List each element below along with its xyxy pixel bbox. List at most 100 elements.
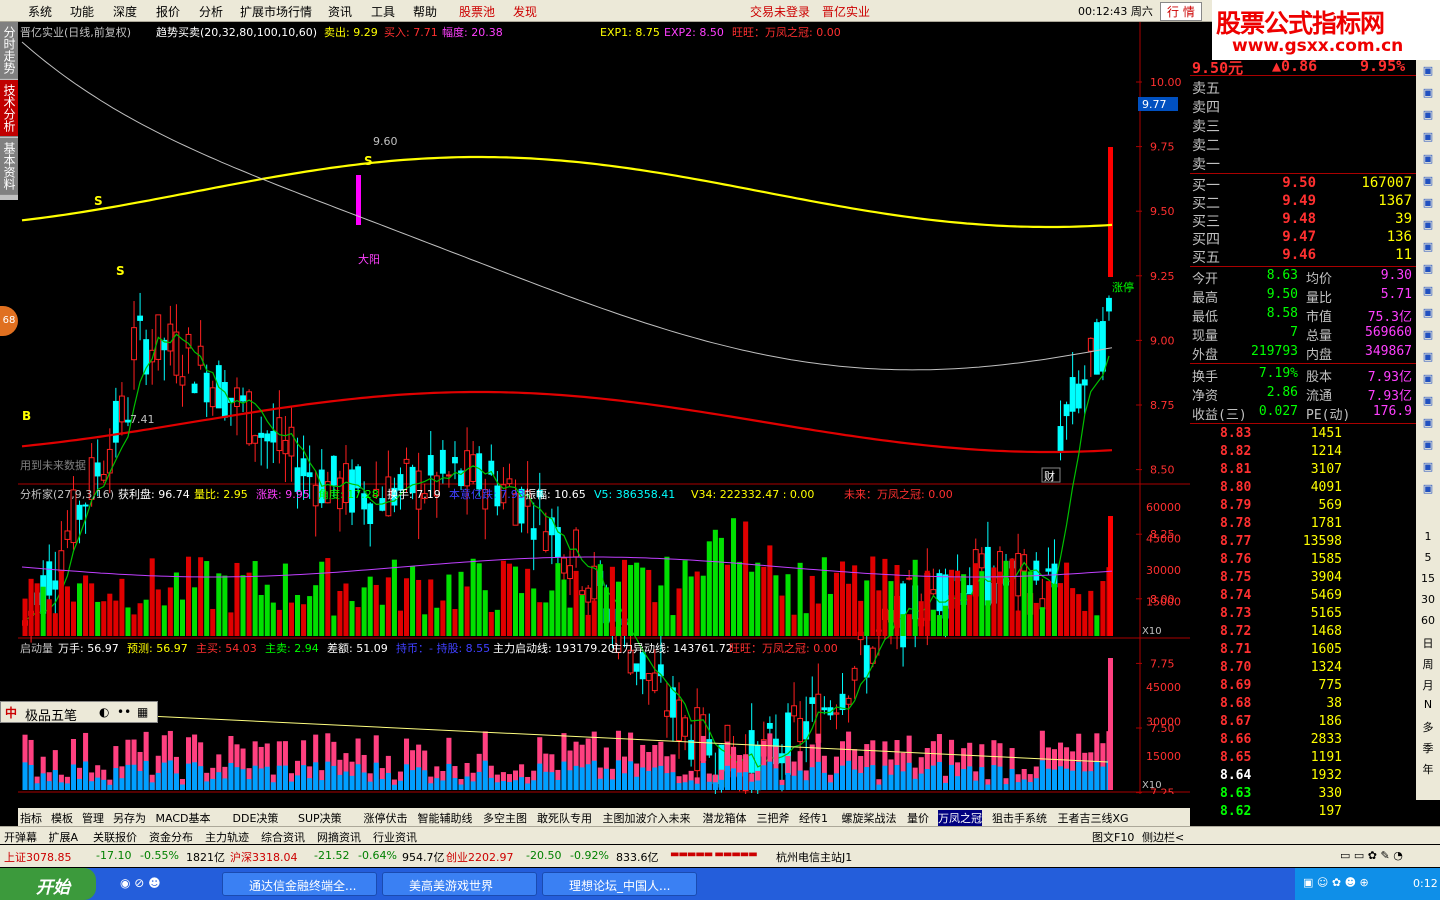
- menu-system[interactable]: 系统: [28, 3, 52, 20]
- indicator-tab[interactable]: 狙击手系统: [992, 810, 1047, 826]
- book-row[interactable]: 买三 9.48 39: [1190, 211, 1416, 230]
- indicator-tab[interactable]: DDE决策: [233, 810, 279, 826]
- tool-icon[interactable]: ▣: [1416, 108, 1440, 121]
- period-button[interactable]: 月: [1416, 677, 1440, 693]
- sz-index[interactable]: 沪深3318.04: [230, 849, 298, 865]
- book-row[interactable]: 卖五: [1190, 78, 1416, 97]
- indicator-tab[interactable]: 指标: [20, 810, 42, 826]
- tab-intraday[interactable]: 分时走势: [0, 22, 18, 79]
- book-row[interactable]: 卖四: [1190, 97, 1416, 116]
- indicator-tab[interactable]: 经传1: [799, 810, 828, 826]
- cy-index[interactable]: 创业2202.97: [446, 849, 514, 865]
- tool-icon[interactable]: ▣: [1416, 350, 1440, 363]
- trade-status[interactable]: 交易未登录: [750, 3, 810, 20]
- period-button[interactable]: 多: [1416, 719, 1440, 735]
- menu-help[interactable]: 帮助: [413, 3, 437, 20]
- punct-icon[interactable]: ••: [117, 705, 131, 719]
- tool-icon[interactable]: ▣: [1416, 130, 1440, 143]
- book-row[interactable]: 买五 9.46 11: [1190, 247, 1416, 266]
- tool-icon[interactable]: ▣: [1416, 218, 1440, 231]
- tool-icon[interactable]: ▣: [1416, 460, 1440, 473]
- tool-icon[interactable]: ▣: [1416, 152, 1440, 165]
- tool-icon[interactable]: ▣: [1416, 438, 1440, 451]
- indicator-tab[interactable]: 螺旋桨战法: [842, 810, 897, 826]
- indicator-tab[interactable]: 万凤之冠: [938, 810, 982, 826]
- menu-analysis[interactable]: 分析: [199, 3, 223, 20]
- info-tab[interactable]: 网摘资讯: [317, 829, 361, 845]
- moon-icon[interactable]: ◐: [99, 705, 109, 719]
- info-tab[interactable]: 综合资讯: [261, 829, 305, 845]
- tool-icon[interactable]: ▣: [1416, 372, 1440, 385]
- info-tab[interactable]: 扩展A: [49, 829, 79, 845]
- indicator-tab[interactable]: MACD基本: [156, 810, 211, 826]
- info-tab[interactable]: 资金分布: [149, 829, 193, 845]
- menu-stock-pool[interactable]: 股票池: [459, 3, 495, 20]
- indicator-tab[interactable]: 量价: [907, 810, 929, 826]
- chart-area[interactable]: 晋亿实业(日线,前复权) 趋势买卖(20,32,80,100,10,60) 卖出…: [18, 22, 1190, 794]
- info-tab[interactable]: 主力轨迹: [205, 829, 249, 845]
- tray-icons[interactable]: ▣ ☺ ✿ ☻ ⊕: [1303, 876, 1369, 889]
- indicator-tab[interactable]: SUP决策: [298, 810, 342, 826]
- tool-icon[interactable]: ▣: [1416, 416, 1440, 429]
- indicator-tab[interactable]: 王者吉三线XG: [1058, 810, 1129, 826]
- menu-ext-market[interactable]: 扩展市场行情: [240, 3, 312, 20]
- keyboard-icon[interactable]: ▦: [137, 705, 148, 719]
- indicator-tab[interactable]: 另存为: [113, 810, 146, 826]
- tool-icon[interactable]: ▣: [1416, 240, 1440, 253]
- tab-technical[interactable]: 技术分析: [0, 80, 18, 137]
- indicator-tab[interactable]: 主图加波介入未来: [603, 810, 691, 826]
- book-row[interactable]: 买二 9.49 1367: [1190, 193, 1416, 212]
- indicator-tab[interactable]: 潜龙箱体: [703, 810, 747, 826]
- indicator-tab[interactable]: 三把斧: [757, 810, 790, 826]
- server-name[interactable]: 杭州电信主站J1: [776, 849, 852, 865]
- info-tab[interactable]: 行业资讯: [373, 829, 417, 845]
- side-button[interactable]: 图文F10: [1092, 829, 1134, 845]
- start-button[interactable]: 开始: [0, 868, 96, 900]
- tool-icon[interactable]: ▣: [1416, 196, 1440, 209]
- task-tdx[interactable]: 通达信金融终端全...: [222, 872, 377, 896]
- menu-function[interactable]: 功能: [70, 3, 94, 20]
- period-button[interactable]: 1: [1416, 530, 1440, 543]
- tool-icon[interactable]: ▣: [1416, 64, 1440, 77]
- menu-discover[interactable]: 发现: [513, 3, 537, 20]
- indicator-tab[interactable]: 敢死队专用: [537, 810, 592, 826]
- tool-icon[interactable]: ▣: [1416, 306, 1440, 319]
- tab-fundamental[interactable]: 基本资料: [0, 138, 18, 195]
- info-tab[interactable]: 关联报价: [93, 829, 137, 845]
- period-button[interactable]: 60: [1416, 614, 1440, 627]
- menu-info[interactable]: 资讯: [328, 3, 352, 20]
- indicator-tab[interactable]: 模板: [51, 810, 73, 826]
- tool-icon[interactable]: ▣: [1416, 328, 1440, 341]
- left-badge[interactable]: 68: [0, 306, 18, 336]
- book-row[interactable]: 卖一: [1190, 154, 1416, 173]
- indicator-tab[interactable]: 管理: [82, 810, 104, 826]
- book-row[interactable]: 买一 9.50 167007: [1190, 175, 1416, 194]
- sh-index[interactable]: 上证3078.85: [4, 849, 72, 865]
- indicator-tab[interactable]: 涨停伏击: [364, 810, 408, 826]
- menu-quote[interactable]: 报价: [156, 3, 180, 20]
- book-row[interactable]: 买四 9.47 136: [1190, 229, 1416, 248]
- book-row[interactable]: 卖三: [1190, 116, 1416, 135]
- task-game[interactable]: 美高美游戏世界: [382, 872, 537, 896]
- info-tab[interactable]: 开弹幕: [4, 829, 37, 845]
- ime-bar[interactable]: 中 极品五笔 ◐ •• ▦: [0, 701, 158, 724]
- period-button[interactable]: N: [1416, 698, 1440, 711]
- menu-depth[interactable]: 深度: [113, 3, 137, 20]
- book-row[interactable]: 卖二: [1190, 135, 1416, 154]
- period-button[interactable]: 日: [1416, 635, 1440, 651]
- tool-icon[interactable]: ▣: [1416, 284, 1440, 297]
- period-button[interactable]: 5: [1416, 551, 1440, 564]
- period-button[interactable]: 15: [1416, 572, 1440, 585]
- indicator-tab[interactable]: 多空主图: [483, 810, 527, 826]
- side-button[interactable]: 侧边栏<: [1142, 829, 1184, 845]
- tool-icon[interactable]: ▣: [1416, 482, 1440, 495]
- period-button[interactable]: 年: [1416, 761, 1440, 777]
- indicator-tab[interactable]: 智能辅助线: [418, 810, 473, 826]
- tool-icon[interactable]: ▣: [1416, 262, 1440, 275]
- menu-tools[interactable]: 工具: [371, 3, 395, 20]
- tool-icon[interactable]: ▣: [1416, 174, 1440, 187]
- period-button[interactable]: 30: [1416, 593, 1440, 606]
- cai-icon[interactable]: 财: [1044, 469, 1055, 483]
- tool-icon[interactable]: ▣: [1416, 394, 1440, 407]
- period-button[interactable]: 周: [1416, 656, 1440, 672]
